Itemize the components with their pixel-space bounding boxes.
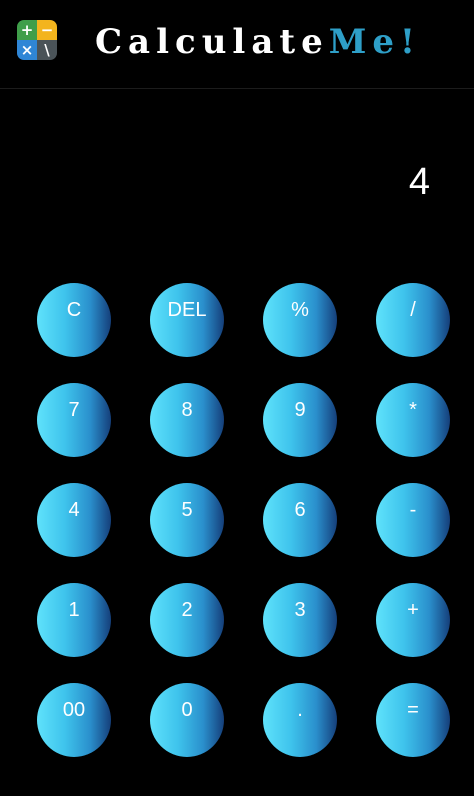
key-percent[interactable]: % xyxy=(263,283,337,357)
key-label: 3 xyxy=(294,599,306,621)
key-divide[interactable]: / xyxy=(376,283,450,357)
key-4[interactable]: 4 xyxy=(37,483,111,557)
key-label: 00 xyxy=(62,699,86,721)
key-label: - xyxy=(409,499,417,521)
key-add[interactable]: + xyxy=(376,583,450,657)
key-label: 8 xyxy=(181,399,193,421)
keypad: C DEL % / 7 8 9 * 4 5 6 - 1 2 3 + 00 0 .… xyxy=(0,0,474,796)
key-clear[interactable]: C xyxy=(37,283,111,357)
key-8[interactable]: 8 xyxy=(150,383,224,457)
key-9[interactable]: 9 xyxy=(263,383,337,457)
key-label: C xyxy=(66,299,82,321)
key-label: + xyxy=(407,599,419,621)
key-decimal[interactable]: . xyxy=(263,683,337,757)
key-equals[interactable]: = xyxy=(376,683,450,757)
key-label: DEL xyxy=(167,299,207,321)
key-3[interactable]: 3 xyxy=(263,583,337,657)
key-1[interactable]: 1 xyxy=(37,583,111,657)
key-label: 4 xyxy=(68,499,80,521)
key-label: 9 xyxy=(294,399,306,421)
key-6[interactable]: 6 xyxy=(263,483,337,557)
key-label: * xyxy=(409,399,417,421)
key-label: 1 xyxy=(68,599,80,621)
key-label: 2 xyxy=(181,599,193,621)
key-label: % xyxy=(291,299,309,321)
key-7[interactable]: 7 xyxy=(37,383,111,457)
key-label: . xyxy=(297,699,303,721)
key-5[interactable]: 5 xyxy=(150,483,224,557)
key-multiply[interactable]: * xyxy=(376,383,450,457)
key-delete[interactable]: DEL xyxy=(150,283,224,357)
key-label: 6 xyxy=(294,499,306,521)
key-label: 5 xyxy=(181,499,193,521)
key-label: = xyxy=(407,699,419,721)
key-label: 7 xyxy=(68,399,80,421)
key-2[interactable]: 2 xyxy=(150,583,224,657)
key-0[interactable]: 0 xyxy=(150,683,224,757)
key-label: 0 xyxy=(181,699,193,721)
key-label: / xyxy=(410,299,416,321)
key-subtract[interactable]: - xyxy=(376,483,450,557)
key-double-zero[interactable]: 00 xyxy=(37,683,111,757)
